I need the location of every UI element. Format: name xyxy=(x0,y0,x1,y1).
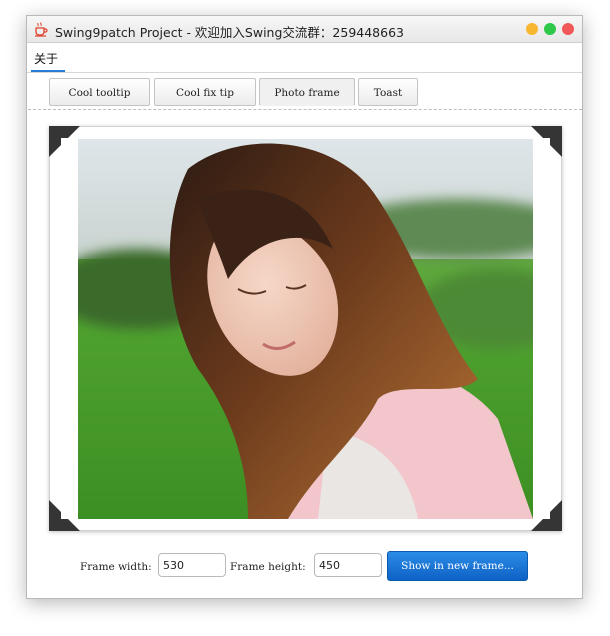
frame-corner-bottom-left xyxy=(49,500,80,531)
maximize-button[interactable] xyxy=(544,23,556,35)
frame-corner-top-right xyxy=(531,126,562,157)
show-in-new-frame-button[interactable]: Show in new frame... xyxy=(387,551,528,581)
frame-height-label: Frame height: xyxy=(230,561,306,573)
photo-frame xyxy=(49,126,562,531)
frame-height-input[interactable] xyxy=(314,553,382,577)
tab-cool-tooltip[interactable]: Cool tooltip xyxy=(49,78,150,106)
tab-divider xyxy=(28,109,582,110)
close-button[interactable] xyxy=(562,23,574,35)
tab-photo-frame[interactable]: Photo frame xyxy=(259,78,355,106)
menu-active-indicator xyxy=(31,70,65,72)
menu-bar: 关于 xyxy=(27,43,582,73)
menu-about[interactable]: 关于 xyxy=(34,50,58,67)
window-title: Swing9patch Project - 欢迎加入Swing交流群：25944… xyxy=(55,25,404,40)
frame-corner-top-left xyxy=(49,126,80,157)
frame-width-label: Frame width: xyxy=(80,561,152,573)
frame-width-input[interactable] xyxy=(158,553,226,577)
frame-size-controls: Frame width: Frame height: Show in new f… xyxy=(27,549,582,581)
frame-corner-bottom-right xyxy=(531,500,562,531)
minimize-button[interactable] xyxy=(526,23,538,35)
tab-toast[interactable]: Toast xyxy=(358,78,418,106)
app-window: Swing9patch Project - 欢迎加入Swing交流群：25944… xyxy=(26,15,583,599)
java-cup-icon xyxy=(35,22,48,37)
portrait-photo xyxy=(78,139,533,519)
title-bar[interactable]: Swing9patch Project - 欢迎加入Swing交流群：25944… xyxy=(27,16,582,43)
tab-cool-fix-tip[interactable]: Cool fix tip xyxy=(154,78,256,106)
